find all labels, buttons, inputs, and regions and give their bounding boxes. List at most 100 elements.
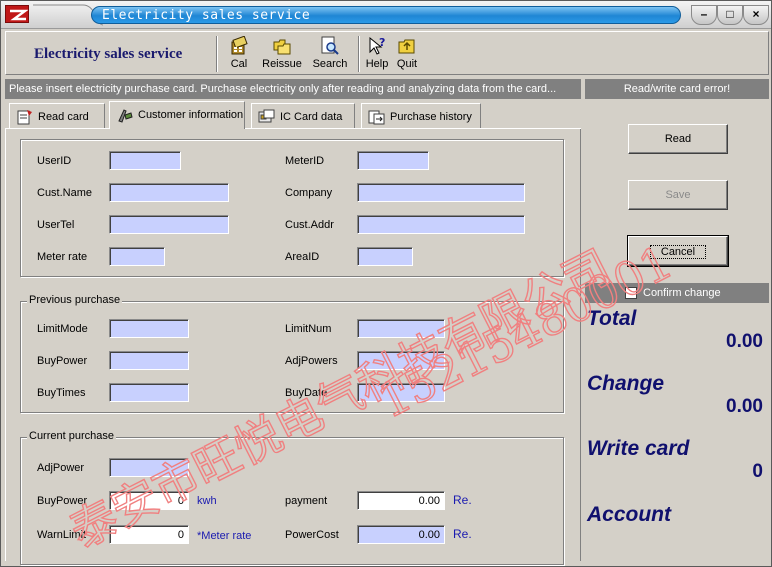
minimize-button[interactable]: – xyxy=(691,5,717,25)
warnlimit-input[interactable]: 0 xyxy=(109,525,189,544)
ic-card-icon xyxy=(258,109,275,123)
tab-customer-information-label: Customer information xyxy=(138,108,244,121)
prev-buypower-label: BuyPower xyxy=(37,355,88,367)
title-pill: Electricity sales service xyxy=(91,6,681,24)
custname-field[interactable] xyxy=(109,183,229,202)
current-purchase-group: Current purchase AdjPower BuyPower 0 kwh… xyxy=(20,430,564,565)
tab-ic-card-data[interactable]: IC Card data xyxy=(251,103,355,129)
buypower-input[interactable]: 0 xyxy=(109,491,189,510)
writecard-value: 0 xyxy=(752,461,763,482)
change-label: Change xyxy=(587,372,665,395)
close-icon: × xyxy=(752,7,760,21)
tab-purchase-history[interactable]: Purchase history xyxy=(361,103,481,129)
meterrate-label: Meter rate xyxy=(37,251,88,263)
customer-information-panel: UserID MeterID Cust.Name Company UserTel… xyxy=(5,129,581,565)
reissue-label: Reissue xyxy=(262,58,302,70)
save-button[interactable]: Save xyxy=(628,180,728,210)
buytimes-field[interactable] xyxy=(109,383,189,402)
powercost-field[interactable]: 0.00 xyxy=(357,525,445,544)
tab-customer-information[interactable]: Customer information xyxy=(109,101,245,129)
powercost-label: PowerCost xyxy=(285,529,339,541)
cal-button[interactable]: Cal xyxy=(226,36,252,74)
change-value: 0.00 xyxy=(726,396,763,417)
tab-ic-card-data-label: IC Card data xyxy=(280,110,343,123)
maximize-icon: □ xyxy=(726,7,734,21)
meterrate-field[interactable] xyxy=(109,247,165,266)
search-label: Search xyxy=(312,58,348,70)
limitnum-label: LimitNum xyxy=(285,323,332,335)
adjpowers-label: AdjPowers xyxy=(285,355,338,367)
toolbar: Electricity sales service Cal Reissue Se… xyxy=(5,31,769,75)
custname-label: Cust.Name xyxy=(37,187,93,199)
customer-icon xyxy=(118,109,133,123)
tab-bar: Read card Customer information IC Card d… xyxy=(5,101,581,129)
toolbar-separator xyxy=(216,36,218,72)
toolbar-separator xyxy=(358,36,360,72)
tab-read-card-label: Read card xyxy=(38,110,89,123)
payment-unit: Re. xyxy=(453,493,472,507)
help-label: Help xyxy=(365,58,389,70)
cancel-label: Cancel xyxy=(649,245,707,259)
adjpower-field[interactable] xyxy=(109,458,189,477)
cal-label: Cal xyxy=(230,58,248,70)
read-button[interactable]: Read xyxy=(628,124,728,154)
areaid-field[interactable] xyxy=(357,247,413,266)
payment-label: payment xyxy=(285,495,328,507)
purchase-history-icon xyxy=(368,110,385,125)
limitmode-label: LimitMode xyxy=(37,323,88,335)
search-icon xyxy=(321,36,339,55)
quit-icon xyxy=(398,39,415,54)
company-field[interactable] xyxy=(357,183,525,202)
buypower-label: BuyPower xyxy=(37,495,88,507)
writecard-label: Write card xyxy=(587,437,690,460)
usertel-field[interactable] xyxy=(109,215,229,234)
usertel-label: UserTel xyxy=(37,219,75,231)
limitnum-field[interactable] xyxy=(357,319,445,338)
reissue-button[interactable]: Reissue xyxy=(260,36,304,74)
userid-label: UserID xyxy=(37,155,72,167)
tab-read-card[interactable]: Read card xyxy=(9,103,105,129)
buytimes-label: BuyTimes xyxy=(37,387,86,399)
help-button[interactable]: ? Help xyxy=(364,36,390,74)
prev-buypower-field[interactable] xyxy=(109,351,189,370)
limitmode-field[interactable] xyxy=(109,319,189,338)
card-error-message: Read/write card error! xyxy=(585,79,769,99)
app-logo-icon xyxy=(5,5,29,23)
customer-info-group: UserID MeterID Cust.Name Company UserTel… xyxy=(20,139,564,277)
adjpower-label: AdjPower xyxy=(37,462,85,474)
calculator-icon xyxy=(231,36,248,55)
cancel-button[interactable]: Cancel xyxy=(627,235,729,267)
custaddr-label: Cust.Addr xyxy=(285,219,334,231)
quit-label: Quit xyxy=(396,58,418,70)
confirm-change-checkbox[interactable] xyxy=(625,287,637,299)
adjpowers-field[interactable] xyxy=(357,351,445,370)
previous-purchase-caption: Previous purchase xyxy=(27,294,123,306)
previous-purchase-group: Previous purchase LimitMode LimitNum Buy… xyxy=(20,294,564,413)
confirm-change-label: Confirm change xyxy=(643,287,721,299)
payment-input[interactable]: 0.00 xyxy=(357,491,445,510)
folders-icon xyxy=(273,39,291,55)
meterid-field[interactable] xyxy=(357,151,429,170)
account-label: Account xyxy=(587,503,671,526)
svg-text:?: ? xyxy=(379,36,385,49)
meterid-label: MeterID xyxy=(285,155,325,167)
buydate-label: BuyDate xyxy=(285,387,328,399)
search-button[interactable]: Search xyxy=(310,36,350,74)
buydate-field[interactable] xyxy=(357,383,445,402)
userid-field[interactable] xyxy=(109,151,181,170)
app-title: Electricity sales service xyxy=(34,46,183,62)
status-message: Please insert electricity purchase card.… xyxy=(5,79,581,99)
minimize-icon: – xyxy=(700,7,708,21)
tab-purchase-history-label: Purchase history xyxy=(390,110,472,123)
current-purchase-caption: Current purchase xyxy=(27,430,116,442)
company-label: Company xyxy=(285,187,333,199)
total-label: Total xyxy=(587,307,637,330)
maximize-button[interactable]: □ xyxy=(717,5,743,25)
help-icon: ? xyxy=(369,36,385,55)
areaid-label: AreaID xyxy=(285,251,320,263)
title-bar[interactable]: Electricity sales service – □ × xyxy=(1,1,771,29)
confirm-change-row[interactable]: Confirm change xyxy=(585,283,769,303)
quit-button[interactable]: Quit xyxy=(394,36,420,74)
close-button[interactable]: × xyxy=(743,5,769,25)
custaddr-field[interactable] xyxy=(357,215,525,234)
